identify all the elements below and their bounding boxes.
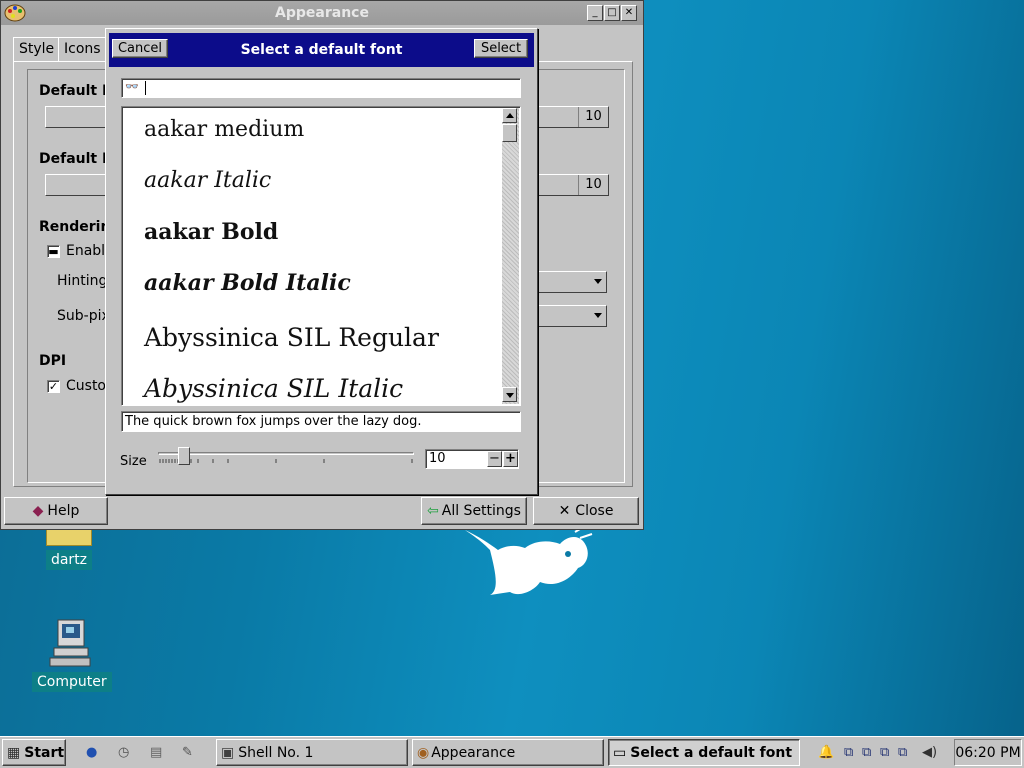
subpixel-combo[interactable] bbox=[531, 305, 607, 327]
desktop-icon-label: Computer bbox=[32, 672, 112, 692]
appearance-titlebar[interactable]: Appearance bbox=[1, 1, 643, 25]
font-search-input[interactable]: 👓 bbox=[121, 78, 521, 98]
xfce-mouse-logo bbox=[465, 525, 593, 595]
slider-track bbox=[158, 452, 414, 455]
cancel-button[interactable]: Cancel bbox=[112, 39, 168, 58]
size-label: Size bbox=[120, 454, 147, 469]
slider-thumb[interactable] bbox=[178, 447, 190, 465]
help-button[interactable]: ◆ Help bbox=[4, 497, 108, 525]
scroll-up-button[interactable] bbox=[502, 108, 517, 123]
computer-icon bbox=[49, 619, 91, 667]
slider-ticks bbox=[159, 459, 413, 463]
desktop-icon-dartz[interactable]: dartz bbox=[44, 528, 94, 570]
maximize-button[interactable]: □ bbox=[604, 5, 620, 21]
chevron-down-icon bbox=[506, 393, 514, 398]
enable-checkbox[interactable]: ▬ bbox=[47, 245, 60, 258]
window-icon: ▭ bbox=[613, 744, 627, 761]
network-icon[interactable]: ⧉ bbox=[898, 745, 914, 761]
globe-icon[interactable]: ● bbox=[86, 745, 102, 761]
dpi-heading: DPI bbox=[39, 353, 67, 369]
clock[interactable]: 06:20 PM bbox=[954, 739, 1022, 766]
size-slider[interactable] bbox=[158, 447, 414, 469]
palette-icon bbox=[4, 4, 26, 22]
font-list-item[interactable]: Abyssinica SIL Italic bbox=[144, 374, 403, 403]
custom-dpi-label: Custo bbox=[66, 378, 106, 394]
hinting-combo[interactable] bbox=[531, 271, 607, 293]
binoculars-icon: 👓 bbox=[125, 80, 139, 93]
size-increment-button[interactable]: + bbox=[503, 451, 518, 467]
custom-dpi-checkbox[interactable]: ✓ bbox=[47, 380, 60, 393]
default-mono-size: 10 bbox=[578, 175, 608, 195]
chevron-up-icon bbox=[506, 113, 514, 118]
subpixel-label: Sub-pix bbox=[57, 308, 110, 324]
text-cursor bbox=[145, 81, 146, 95]
taskbar: ▦ Start ● ◷ ▤ ✎ ▣ Shell No. 1 ◉ Appearance … bbox=[0, 736, 1024, 768]
close-window-button[interactable]: ✕ bbox=[621, 5, 637, 21]
task-shell[interactable]: ▣ Shell No. 1 bbox=[216, 739, 408, 766]
select-button[interactable]: Select bbox=[474, 39, 528, 58]
size-value: 10 bbox=[429, 451, 446, 466]
window-title: Appearance bbox=[275, 5, 369, 21]
minimize-button[interactable]: _ bbox=[587, 5, 603, 21]
font-list[interactable]: aakar medium aakar Italic aakar Bold aak… bbox=[121, 106, 521, 406]
close-icon: ✕ bbox=[558, 503, 571, 519]
bell-icon[interactable]: 🔔 bbox=[818, 745, 834, 761]
font-list-item[interactable]: aakar medium bbox=[144, 117, 304, 142]
folder-icon bbox=[46, 528, 92, 546]
font-list-scrollbar[interactable] bbox=[502, 108, 519, 404]
chevron-down-icon bbox=[594, 279, 602, 284]
dialog-title: Select a default font bbox=[240, 42, 403, 58]
palette-icon: ◉ bbox=[417, 744, 430, 761]
close-button[interactable]: ✕ Close bbox=[533, 497, 639, 525]
font-list-item[interactable]: Abyssinica SIL Regular bbox=[144, 323, 439, 352]
help-book-icon: ◆ bbox=[32, 503, 44, 519]
hinting-label: Hinting bbox=[57, 273, 108, 289]
font-list-item[interactable]: aakar Italic bbox=[144, 168, 271, 193]
font-preview: The quick brown fox jumps over the lazy … bbox=[121, 411, 521, 432]
dialog-header: Select a default font bbox=[109, 33, 534, 67]
start-icon: ▦ bbox=[7, 744, 21, 761]
font-select-dialog: Select a default font Cancel Select 👓 aa… bbox=[105, 28, 538, 495]
desktop-icon-label: dartz bbox=[45, 550, 93, 570]
volume-icon[interactable]: ◀) bbox=[922, 745, 938, 761]
tab-icons[interactable]: Icons bbox=[58, 37, 107, 62]
font-list-item[interactable]: aakar Bold bbox=[144, 219, 278, 245]
editor-icon[interactable]: ✎ bbox=[182, 745, 198, 761]
default-font-heading: Default F bbox=[39, 83, 112, 99]
network-icon[interactable]: ⧉ bbox=[862, 745, 878, 761]
desktop-icon-computer[interactable]: Computer bbox=[32, 618, 112, 692]
task-appearance[interactable]: ◉ Appearance bbox=[412, 739, 604, 766]
tab-style[interactable]: Style bbox=[13, 37, 61, 62]
terminal-icon: ▣ bbox=[221, 744, 235, 761]
start-button[interactable]: ▦ Start bbox=[2, 739, 66, 766]
chevron-down-icon bbox=[594, 313, 602, 318]
default-font-size: 10 bbox=[578, 107, 608, 127]
scroll-thumb[interactable] bbox=[502, 124, 517, 142]
clock-launcher-icon[interactable]: ◷ bbox=[118, 745, 134, 761]
all-settings-button[interactable]: ⇦ All Settings bbox=[421, 497, 527, 525]
font-list-item[interactable]: aakar Bold Italic bbox=[144, 270, 351, 296]
size-spinbox[interactable]: 10 − + bbox=[425, 449, 519, 469]
network-icon[interactable]: ⧉ bbox=[844, 745, 860, 761]
file-manager-icon[interactable]: ▤ bbox=[150, 745, 166, 761]
arrow-left-icon: ⇦ bbox=[427, 503, 439, 519]
size-decrement-button[interactable]: − bbox=[487, 451, 502, 467]
rendering-heading: Renderin bbox=[39, 219, 111, 235]
network-icon[interactable]: ⧉ bbox=[880, 745, 896, 761]
scroll-down-button[interactable] bbox=[502, 387, 517, 402]
task-select-font[interactable]: ▭ Select a default font bbox=[608, 739, 800, 766]
